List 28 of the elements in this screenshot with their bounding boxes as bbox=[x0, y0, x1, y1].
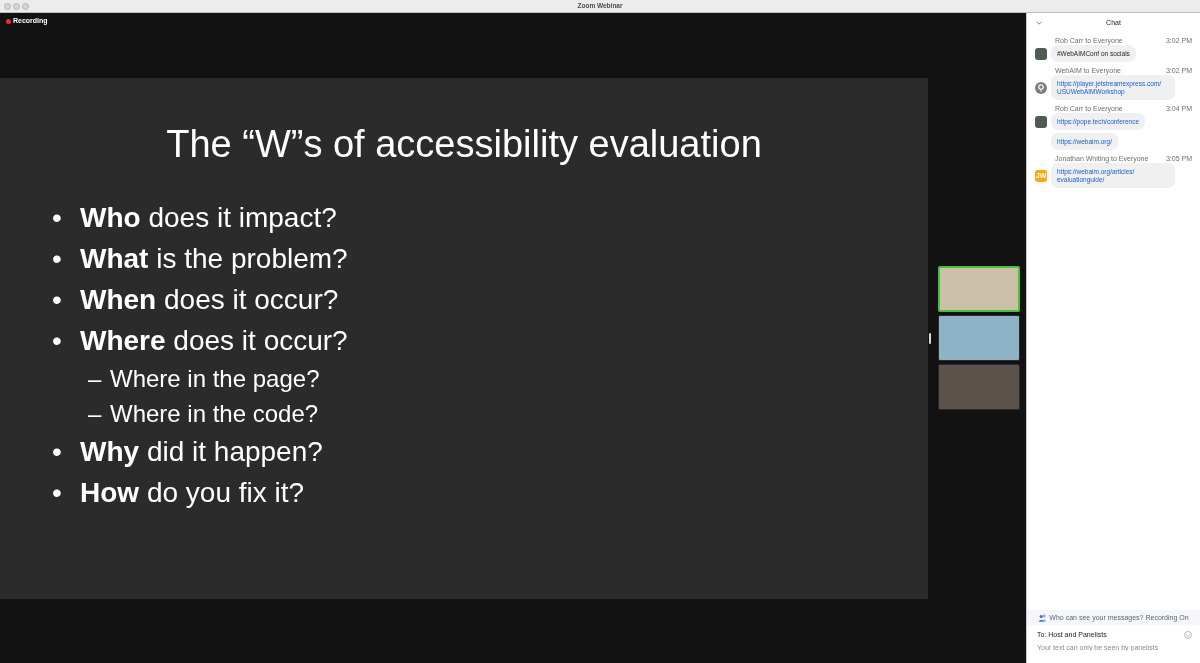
chevron-down-icon[interactable] bbox=[1036, 21, 1042, 25]
avatar-photo bbox=[1035, 115, 1047, 128]
resize-handle[interactable] bbox=[929, 332, 931, 344]
bullet-marker: • bbox=[52, 241, 63, 276]
sub-bullet-marker: – bbox=[88, 398, 103, 429]
bullet-marker: • bbox=[52, 323, 63, 358]
close-button[interactable] bbox=[4, 2, 11, 10]
bullet-text: When does it occur? bbox=[80, 282, 339, 317]
bullet-marker: • bbox=[52, 475, 63, 510]
recording-dot-icon bbox=[6, 18, 11, 24]
bullet-marker: • bbox=[52, 434, 63, 469]
sub-bullet-text: Where in the code? bbox=[110, 398, 319, 429]
people-icon bbox=[1038, 613, 1048, 622]
sub-bullet-text: Where in the page? bbox=[110, 363, 320, 394]
bullet-marker: • bbox=[52, 282, 63, 317]
smiley-icon[interactable] bbox=[1184, 630, 1192, 639]
slide-title: The “W”s of accessibility evaluation bbox=[166, 121, 762, 166]
minimize-button[interactable] bbox=[13, 2, 20, 10]
sub-bullet-marker: – bbox=[88, 363, 103, 394]
bullet-text: How do you fix it? bbox=[80, 475, 305, 510]
maximize-button[interactable] bbox=[22, 2, 29, 10]
bullet-text: Why did it happen? bbox=[80, 434, 323, 469]
bullet-text: What is the problem? bbox=[80, 241, 348, 276]
avatar-photo bbox=[1035, 47, 1047, 60]
bullet-text: Who does it impact? bbox=[80, 200, 337, 235]
avatar-icon bbox=[1035, 81, 1047, 94]
bullet-text: Where does it occur? bbox=[80, 323, 348, 358]
bullet-marker: • bbox=[52, 200, 63, 235]
